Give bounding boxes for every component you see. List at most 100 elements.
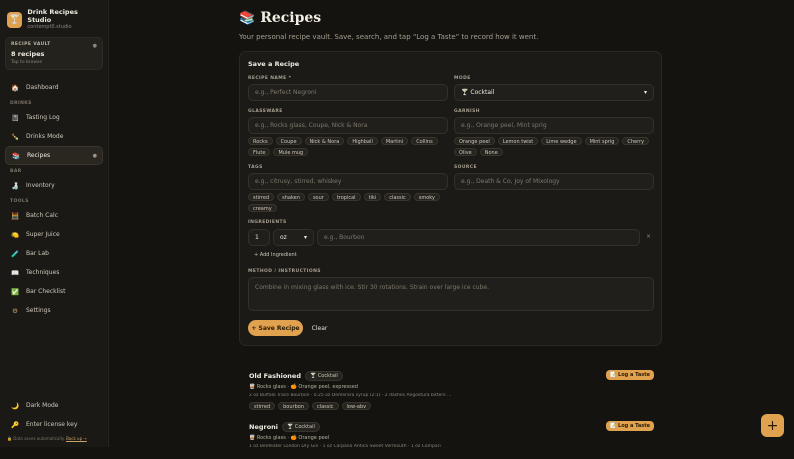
sidebar-item-label: Dashboard [26,84,59,91]
source-label: SOURCE [454,165,477,170]
recipe-item-old-fashioned[interactable]: Old Fashioned 🍸 Cocktail 📝 Log a Taste 🥃… [249,370,654,410]
chip[interactable]: Lemon twist [497,137,539,145]
sidebar-item-batch-calc[interactable]: 🧮 Batch Calc [5,206,103,225]
form-title: Save a Recipe [248,60,300,68]
recipe-vault-card[interactable]: RECIPE VAULT 8 recipes Tap to browse ● [5,37,103,70]
chip[interactable]: tiki [363,193,382,201]
recipe-name: Old Fashioned [249,372,301,380]
notebook-icon: 📓 [10,113,20,122]
chip[interactable]: Cherry [622,137,650,145]
recipe-name-input[interactable]: e.g., Perfect Negroni [248,84,448,101]
plus-icon: + [766,417,779,434]
chip[interactable]: Mule mug [273,148,309,156]
chip[interactable]: Flute [248,148,271,156]
chevron-down-icon: ▾ [643,89,647,96]
sidebar-item-label: Super Juice [26,231,60,238]
chip[interactable]: Orange peel [454,137,495,145]
sidebar-item-tasting-log[interactable]: 📓 Tasting Log [5,108,103,127]
garnish-input[interactable]: e.g., Orange peel, Mint sprig [454,117,654,134]
vault-dot-icon: ● [92,43,97,49]
mode-value: 🍸 Cocktail [461,89,495,96]
chip[interactable]: tropical [331,193,361,201]
chip[interactable]: creamy [248,204,277,212]
checkbox-icon: ✅ [10,287,20,296]
brand[interactable]: 🍸 Drink Recipes Studio contempt0.studio [5,6,103,37]
chip[interactable]: stirred [248,193,275,201]
ingredient-unit-select[interactable]: oz ▾ [273,229,314,246]
sidebar: 🍸 Drink Recipes Studio contempt0.studio … [0,0,109,447]
sidebar-item-label: Drinks Mode [26,133,64,140]
chip[interactable]: None [479,148,503,156]
chip[interactable]: shaken [277,193,305,201]
unit-value: oz [280,234,287,241]
key-icon: 🔑 [10,420,20,429]
license-key-label: Enter license key [26,421,78,428]
save-recipe-button[interactable]: + Save Recipe [248,320,303,336]
sidebar-item-recipes[interactable]: 📚 Recipes ● [5,146,103,165]
add-fab-button[interactable]: + [761,414,784,437]
vault-count: 8 recipes [11,50,45,58]
sidebar-item-bar-lab[interactable]: 🧪 Bar Lab [5,244,103,263]
test-tube-icon: 🧪 [10,249,20,258]
autosave-text: Data saves automatically. [13,436,65,441]
remove-ingredient-icon[interactable]: × [646,233,651,240]
dark-mode-toggle[interactable]: 🌙 Dark Mode [5,396,103,415]
log-taste-button[interactable]: 📝 Log a Taste [606,370,654,380]
brand-title: Drink Recipes Studio [27,8,78,24]
chip[interactable]: Rocks [248,137,273,145]
add-ingredient-button[interactable]: + Add Ingredient [254,252,297,258]
ingredient-name-input[interactable]: e.g., Bourbon [317,229,640,246]
home-icon: 🏠 [10,83,20,92]
dark-mode-label: Dark Mode [26,402,59,409]
mode-select[interactable]: 🍸 Cocktail ▾ [454,84,654,101]
chip[interactable]: Coupe [275,137,302,145]
method-label: METHOD / INSTRUCTIONS [248,269,321,274]
open-book-icon: 📖 [10,268,20,277]
chip[interactable]: Mint sprig [584,137,620,145]
method-textarea[interactable]: Combine in mixing glass with ice. Stir 3… [248,277,654,311]
sidebar-item-super-juice[interactable]: 🍋 Super Juice [5,225,103,244]
sidebar-item-dashboard[interactable]: 🏠 Dashboard [5,78,103,97]
sidebar-item-label: Recipes [27,152,51,159]
books-icon: 📚 [239,10,256,26]
source-input[interactable]: e.g., Death & Co, Joy of Mixology [454,173,654,190]
sidebar-item-techniques[interactable]: 📖 Techniques [5,263,103,282]
sidebar-item-bar-checklist[interactable]: ✅ Bar Checklist [5,282,103,301]
mode-label: MODE [454,76,471,81]
sidebar-item-inventory[interactable]: 🍶 Inventory [5,176,103,195]
sidebar-item-label: Tasting Log [26,114,60,121]
ingredient-qty-input[interactable]: 1 [248,229,270,246]
backup-link[interactable]: Back up → [66,436,87,441]
chip[interactable]: Nick & Nora [304,137,345,145]
recipe-name: Negroni [249,423,279,431]
page-header: 📚 Recipes [239,10,794,26]
sidebar-item-label: Bar Checklist [26,288,66,295]
chip[interactable]: Highball [347,137,378,145]
recipe-head: Old Fashioned 🍸 Cocktail [249,371,654,381]
chip[interactable]: classic [384,193,411,201]
log-taste-button[interactable]: 📝 Log a Taste [606,421,654,431]
gear-icon: ⚙ [12,306,18,315]
tag-chips: stirred shaken sour tropical tiki classi… [248,193,448,212]
nav-section-tools: TOOLS [10,199,29,204]
clear-button[interactable]: Clear [307,320,332,336]
recipe-item-negroni[interactable]: Negroni 🍸 Cocktail 📝 Log a Taste 🥃 Rocks… [249,421,654,449]
lemon-icon: 🍋 [10,230,20,239]
tag-chip: low-abv [341,402,372,410]
license-key-button[interactable]: 🔑 Enter license key [5,415,103,434]
chip[interactable]: smoky [413,193,440,201]
vault-label: RECIPE VAULT [11,42,51,47]
chip[interactable]: Lime wedge [541,137,582,145]
chip[interactable]: Martini [380,137,409,145]
glassware-chips: Rocks Coupe Nick & Nora Highball Martini… [248,137,448,156]
lock-icon: 🔒 [7,436,12,441]
sidebar-item-settings[interactable]: ⚙ Settings [5,301,103,320]
chip[interactable]: sour [307,193,329,201]
glassware-input[interactable]: e.g., Rocks glass, Coupe, Nick & Nora [248,117,448,134]
tags-input[interactable]: e.g., citrusy, stirred, whiskey [248,173,448,190]
chip[interactable]: Collins [411,137,438,145]
tag-chip: classic [311,402,339,410]
sidebar-item-drinks-mode[interactable]: 🍾 Drinks Mode [5,127,103,146]
book-icon: 📚 [11,151,21,160]
chip[interactable]: Olive [454,148,477,156]
